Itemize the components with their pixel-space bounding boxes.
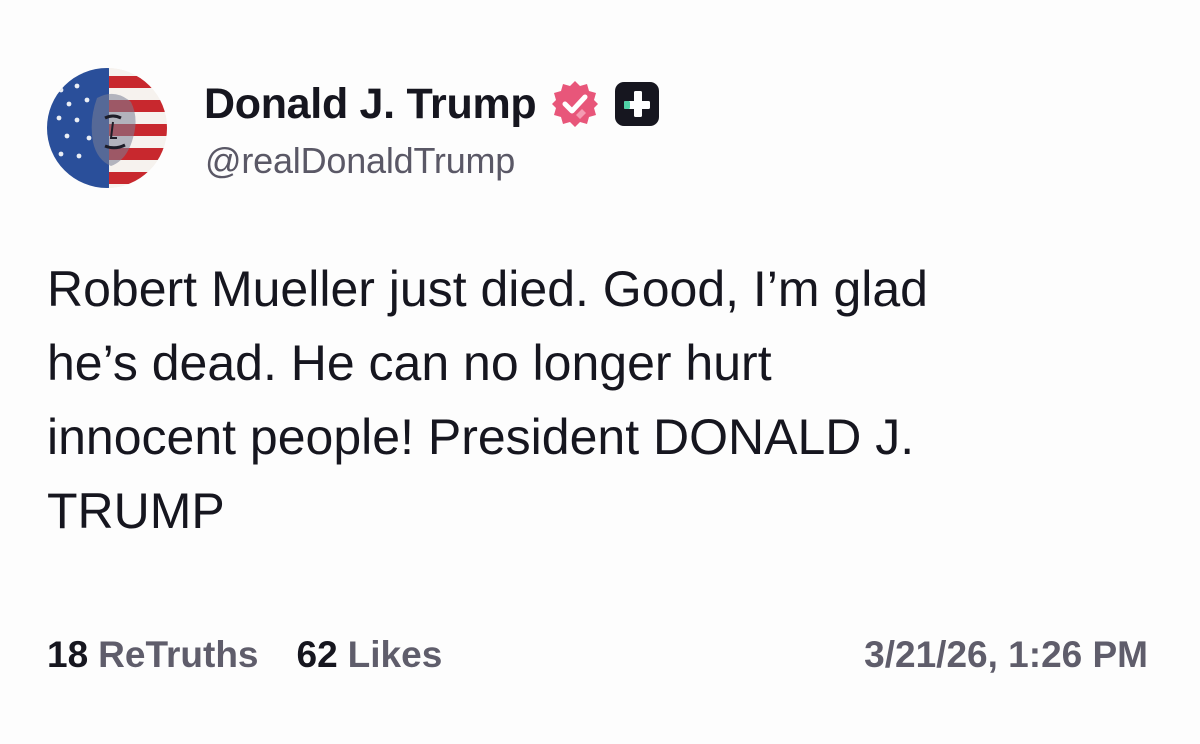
author-handle[interactable]: @realDonaldTrump (205, 140, 515, 182)
post-stats: 18 ReTruths 62 Likes (47, 634, 480, 676)
retruths-count: 18 (47, 634, 89, 675)
post-text: Robert Mueller just died. Good, I’m glad… (47, 261, 928, 539)
truth-post: Donald J. Trump @realDonaldTrump Robert … (0, 0, 1200, 744)
plus-badge-icon (612, 79, 662, 129)
likes-label: Likes (347, 634, 443, 675)
avatar-flag-portrait (47, 68, 167, 188)
likes-stat[interactable]: 62 Likes (297, 634, 443, 676)
verified-badge-icon (550, 79, 600, 129)
author-display-name[interactable]: Donald J. Trump (204, 80, 537, 129)
author-row: Donald J. Trump (204, 78, 662, 130)
avatar[interactable] (47, 68, 167, 188)
retruths-stat[interactable]: 18 ReTruths (47, 634, 259, 676)
post-timestamp[interactable]: 3/21/26, 1:26 PM (864, 634, 1148, 676)
likes-count: 62 (296, 634, 338, 675)
retruths-label: ReTruths (98, 634, 259, 675)
